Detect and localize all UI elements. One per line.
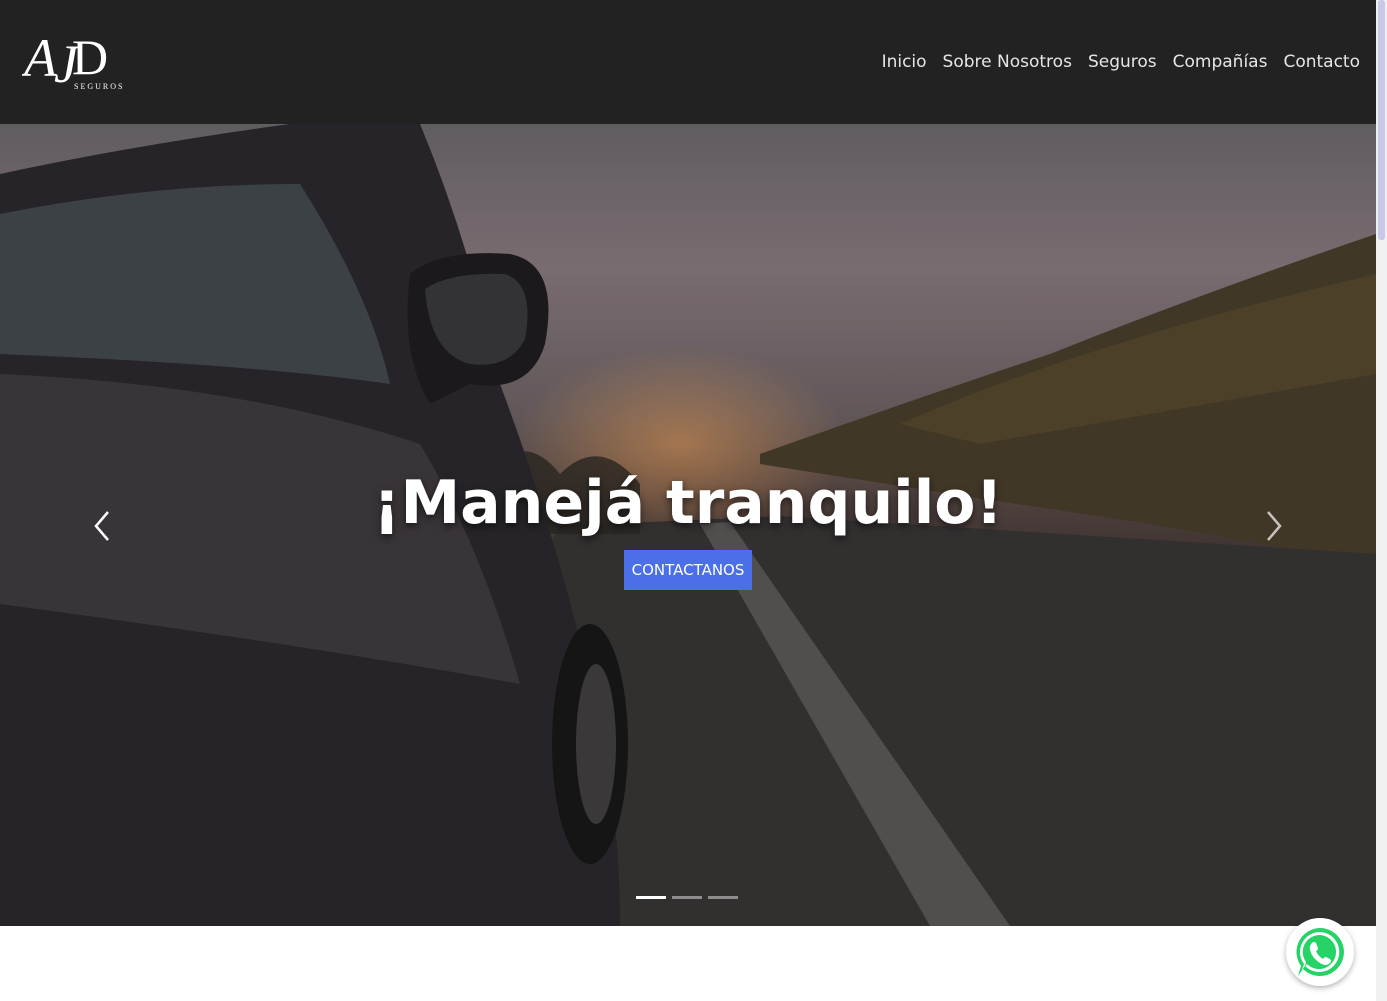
nav-link-companias[interactable]: Compañías bbox=[1173, 52, 1268, 72]
carousel-next-button[interactable] bbox=[1254, 504, 1294, 548]
nav-link-inicio[interactable]: Inicio bbox=[882, 52, 927, 72]
chevron-left-icon bbox=[94, 511, 109, 541]
carousel-indicators bbox=[636, 896, 738, 899]
hero-title: ¡Manejá tranquilo! bbox=[373, 468, 1003, 538]
whatsapp-button[interactable] bbox=[1286, 918, 1354, 986]
hero-caption: ¡Manejá tranquilo! CONTACTANOS bbox=[0, 468, 1376, 590]
whatsapp-icon bbox=[1296, 928, 1344, 976]
nav-link-seguros[interactable]: Seguros bbox=[1088, 52, 1157, 72]
page-scrollbar[interactable] bbox=[1376, 0, 1387, 1001]
svg-text:D: D bbox=[72, 29, 108, 85]
svg-text:A: A bbox=[22, 28, 58, 88]
svg-text:SEGUROS: SEGUROS bbox=[74, 82, 124, 91]
site-header: A J D SEGUROS Inicio Sobre Nosotros Segu… bbox=[0, 0, 1376, 124]
carousel-prev-button[interactable] bbox=[82, 504, 122, 548]
main-nav: Inicio Sobre Nosotros Seguros Compañías … bbox=[882, 0, 1360, 124]
chevron-right-icon bbox=[1267, 511, 1282, 541]
carousel-indicator-3[interactable] bbox=[708, 896, 738, 899]
nav-link-contacto[interactable]: Contacto bbox=[1283, 52, 1360, 72]
hero-carousel: ¡Manejá tranquilo! CONTACTANOS bbox=[0, 124, 1376, 926]
ajd-seguros-logo: A J D SEGUROS bbox=[21, 28, 124, 94]
brand-logo[interactable]: A J D SEGUROS bbox=[21, 22, 132, 102]
scrollbar-thumb[interactable] bbox=[1378, 0, 1385, 240]
nav-link-sobre-nosotros[interactable]: Sobre Nosotros bbox=[943, 52, 1072, 72]
carousel-indicator-2[interactable] bbox=[672, 896, 702, 899]
contact-cta-button[interactable]: CONTACTANOS bbox=[623, 550, 753, 590]
carousel-indicator-1[interactable] bbox=[636, 896, 666, 899]
